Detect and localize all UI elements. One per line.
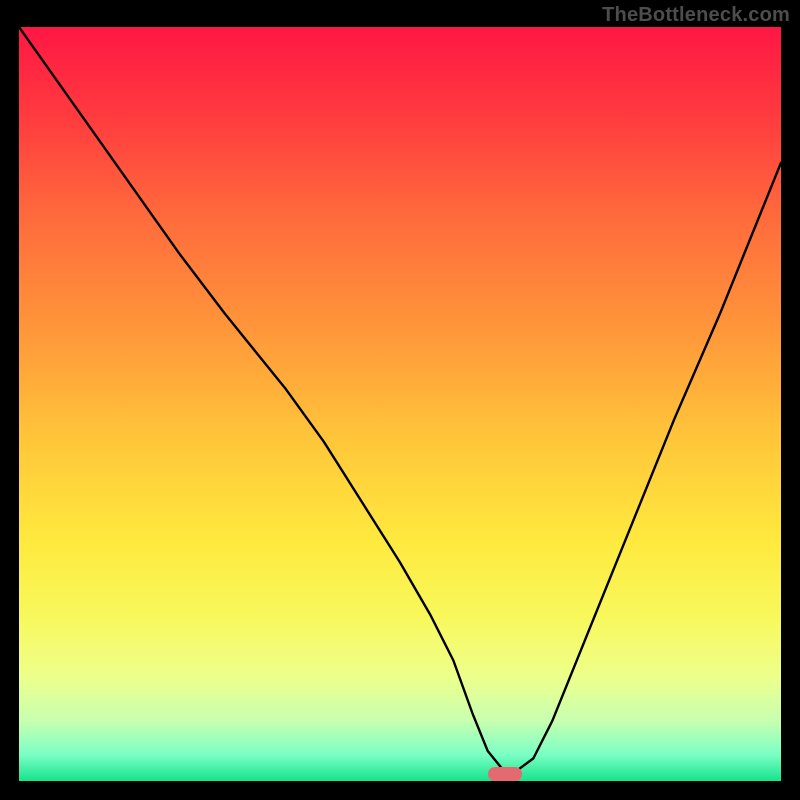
- plot-area: [19, 27, 781, 781]
- optimum-marker: [488, 767, 522, 781]
- chart-svg: [19, 27, 781, 781]
- watermark-text: TheBottleneck.com: [602, 4, 790, 27]
- gradient-background: [19, 27, 781, 781]
- chart-frame: TheBottleneck.com: [0, 0, 800, 800]
